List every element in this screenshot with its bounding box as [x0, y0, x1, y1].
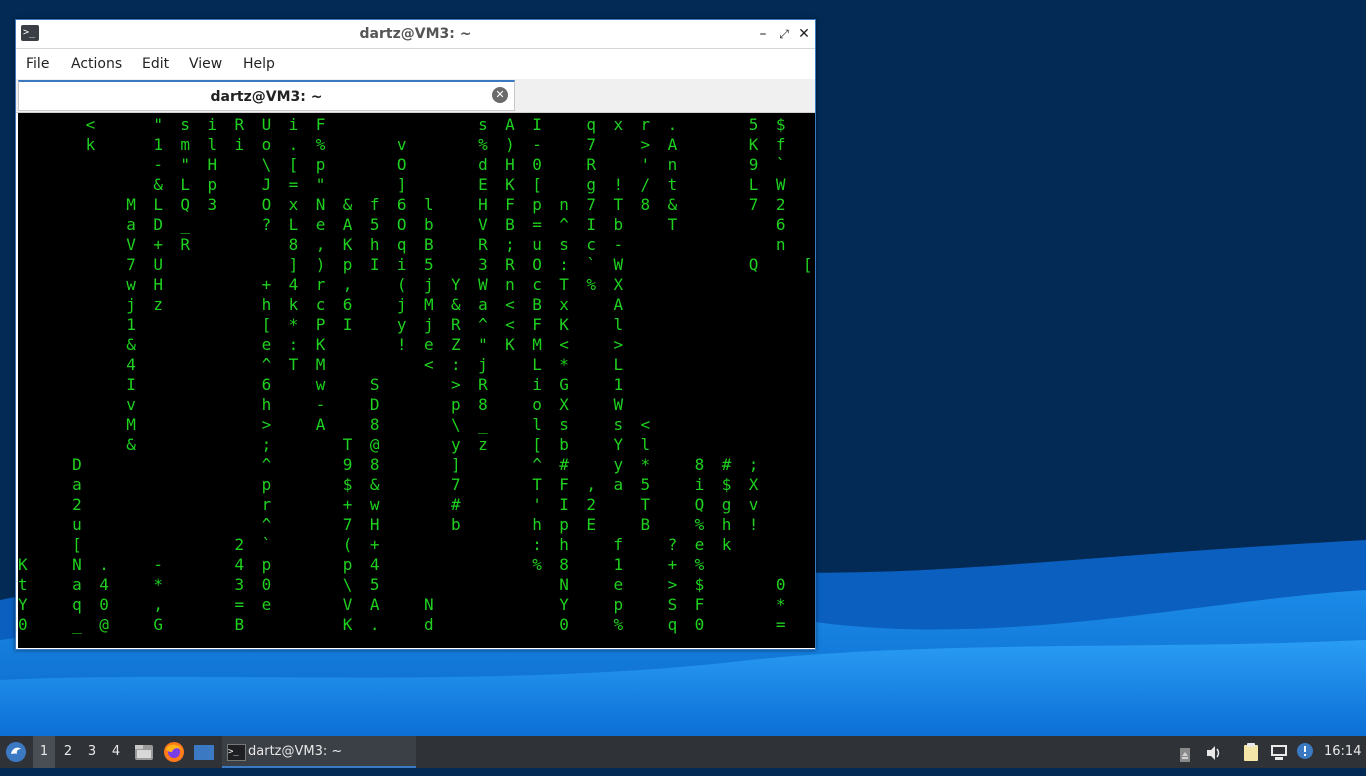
terminal-output[interactable]: < " s i R U i F s A I q x r . 5 $ q r N … [18, 113, 815, 648]
network-icon[interactable] [1269, 742, 1289, 762]
workspace-2[interactable]: 2 [57, 736, 79, 768]
eject-icon[interactable] [1177, 744, 1193, 762]
menu-bar: File Actions Edit View Help [16, 49, 815, 79]
firefox-icon[interactable] [163, 741, 185, 763]
workspace-1[interactable]: 1 [33, 736, 55, 768]
workspace-3[interactable]: 3 [81, 736, 103, 768]
window-title: dartz@VM3: ~ [359, 26, 472, 42]
tab-label: dartz@VM3: ~ [210, 89, 323, 105]
desktop-icon[interactable] [193, 741, 215, 763]
terminal-window[interactable]: >_ dartz@VM3: ~ – ⤢ ✕ File Actions Edit … [15, 19, 816, 650]
terminal-text: < " s i R U i F s A I q x r . 5 $ q r N … [18, 115, 813, 634]
menu-actions[interactable]: Actions [71, 56, 122, 72]
tab-terminal[interactable]: dartz@VM3: ~ ✕ [18, 80, 515, 111]
title-bar[interactable]: >_ dartz@VM3: ~ – ⤢ ✕ [16, 20, 815, 49]
menu-view[interactable]: View [189, 56, 222, 72]
menu-help[interactable]: Help [243, 56, 275, 72]
terminal-icon: >_ [227, 744, 246, 761]
menu-edit[interactable]: Edit [142, 56, 169, 72]
workspace-4[interactable]: 4 [105, 736, 127, 768]
file-manager-icon[interactable] [133, 741, 155, 763]
tab-close-icon[interactable]: ✕ [492, 87, 508, 103]
volume-icon[interactable] [1205, 743, 1223, 761]
start-menu-icon[interactable] [5, 741, 27, 763]
notification-icon[interactable] [1296, 742, 1316, 762]
clipboard-icon[interactable] [1241, 742, 1261, 762]
clock[interactable]: 16:14 [1324, 736, 1361, 768]
taskbar: 1 2 3 4 >_ dartz@VM3: ~ 16:14 [0, 736, 1366, 768]
close-button[interactable]: ✕ [795, 25, 813, 43]
task-label: dartz@VM3: ~ [248, 744, 343, 759]
taskbar-terminal-task[interactable]: >_ dartz@VM3: ~ [222, 736, 416, 768]
tab-bar: dartz@VM3: ~ ✕ [16, 79, 815, 113]
maximize-button[interactable]: ⤢ [775, 25, 793, 43]
minimize-button[interactable]: – [754, 25, 772, 43]
menu-file[interactable]: File [26, 56, 49, 72]
